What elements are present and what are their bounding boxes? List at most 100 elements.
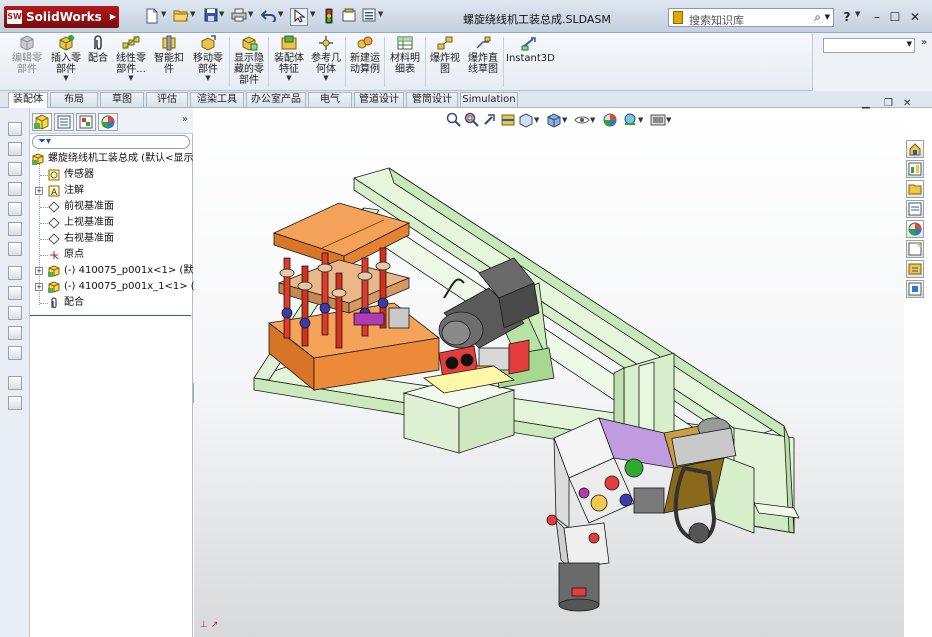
tab-office-products[interactable]: 办公室产品 <box>246 92 306 107</box>
view-palette-icon[interactable] <box>906 260 924 278</box>
configuration-combo[interactable]: ▼ <box>823 38 915 53</box>
file-properties-icon[interactable] <box>340 8 358 26</box>
shell-icon[interactable] <box>8 242 22 256</box>
save-icon[interactable] <box>202 8 220 26</box>
instant3d-button[interactable]: Instant3D <box>506 35 555 89</box>
search-icon[interactable]: ⌕ <box>814 10 821 25</box>
property-manager-tab-icon[interactable] <box>54 113 74 131</box>
tab-simulation[interactable]: Simulation <box>460 92 518 107</box>
edit-component-button[interactable]: 编辑零 部件 <box>6 35 48 89</box>
exploded-view-button[interactable]: 爆炸视 图 <box>427 35 463 89</box>
tree-item-sensors[interactable]: 传感器 <box>30 167 193 183</box>
options-icon[interactable] <box>360 8 378 26</box>
close-icon[interactable]: ✕ <box>908 10 922 24</box>
solidworks-menu-button[interactable]: SW SolidWorks ▶ <box>4 6 119 28</box>
reference-geometry-dropdown-icon[interactable]: ▼ <box>308 75 344 82</box>
sweep-icon[interactable] <box>8 162 22 176</box>
hole-icon[interactable] <box>8 306 22 320</box>
undo-icon[interactable] <box>260 8 278 26</box>
tab-sketch[interactable]: 草图 <box>100 92 144 107</box>
assembly-3d-model[interactable] <box>194 108 904 637</box>
expand-toggle-icon[interactable]: + <box>35 283 43 291</box>
new-motion-study-button[interactable]: 新建运 动算例 <box>347 35 383 89</box>
linear-pattern-dropdown-icon[interactable]: ▼ <box>112 75 150 82</box>
tree-item-front-plane[interactable]: 前视基准面 <box>30 199 193 215</box>
feature-manager-more-icon[interactable]: » <box>182 114 188 125</box>
loft-icon[interactable] <box>8 182 22 196</box>
combo-dropdown-icon[interactable]: ▼ <box>907 40 912 48</box>
print-icon[interactable] <box>230 8 248 26</box>
tree-item-annotations[interactable]: + A 注解 <box>30 183 193 199</box>
custom-properties-icon[interactable] <box>906 240 924 258</box>
tree-item-mates[interactable]: 配合 <box>30 295 193 311</box>
solidworks-resources-icon[interactable] <box>906 140 924 158</box>
viewport-close-icon[interactable]: ✕ <box>903 98 911 109</box>
extrude-icon[interactable] <box>8 122 22 136</box>
rib-icon[interactable] <box>8 266 22 280</box>
tab-layout[interactable]: 布局 <box>50 92 98 107</box>
select-dropdown-icon[interactable]: ▼ <box>310 10 315 18</box>
move-component-button[interactable]: 移动零 部件 ▼ <box>188 35 228 89</box>
display-manager-tab-icon[interactable] <box>98 113 118 131</box>
tree-item-part-2[interactable]: + (-) 410075_p001x_1<1> (默 <box>30 279 205 295</box>
select-cursor-icon[interactable] <box>290 8 308 26</box>
new-dropdown-icon[interactable]: ▼ <box>161 10 166 18</box>
file-explorer-icon[interactable] <box>906 180 924 198</box>
assembly-feature-dropdown-icon[interactable]: ▼ <box>270 75 308 82</box>
ribbon-expand-icon[interactable]: » <box>921 37 927 48</box>
expand-toggle-icon[interactable]: + <box>35 187 43 195</box>
linear-pattern-button[interactable]: 线性零 部件... ▼ <box>112 35 150 89</box>
mate-button[interactable]: 配合 <box>86 35 110 89</box>
reference-geometry-button[interactable]: 参考几 何体 ▼ <box>308 35 344 89</box>
appearances-scenes-icon[interactable] <box>906 220 924 238</box>
expand-toggle-icon[interactable]: + <box>35 267 43 275</box>
search-input[interactable]: 搜索知识库 <box>689 12 744 28</box>
search-dropdown-icon[interactable]: ▼ <box>825 13 830 21</box>
configuration-manager-tab-icon[interactable] <box>76 113 96 131</box>
tree-item-right-plane[interactable]: 右视基准面 <box>30 231 193 247</box>
search-knowledge-base[interactable]: 搜索知识库 ⌕ ▼ <box>668 8 834 27</box>
revolve-icon[interactable] <box>8 142 22 156</box>
chamfer-icon[interactable] <box>8 222 22 236</box>
assembly-feature-button[interactable]: 装配体 特征 ▼ <box>270 35 308 89</box>
minimize-icon[interactable]: – <box>870 10 884 24</box>
search-results-icon[interactable] <box>906 200 924 218</box>
tab-electrical[interactable]: 电气 <box>308 92 352 107</box>
feature-tree-filter[interactable]: ⏷▾ <box>32 135 190 149</box>
undo-dropdown-icon[interactable]: ▼ <box>278 10 283 18</box>
insert-component-button[interactable]: 插入零 部件 ▼ <box>48 35 84 89</box>
tab-evaluate[interactable]: 评估 <box>146 92 188 107</box>
open-folder-icon[interactable] <box>172 8 190 26</box>
design-library-icon[interactable] <box>906 160 924 178</box>
graphics-viewport[interactable]: ▼ ▼ ▼ ▼ ▼ ▁ ❐ ✕ ⊥ ↗ <box>194 98 911 637</box>
dome-icon[interactable] <box>8 346 22 360</box>
explode-line-sketch-button[interactable]: 爆炸直 线草图 <box>464 35 502 89</box>
insert-component-dropdown-icon[interactable]: ▼ <box>48 75 84 82</box>
move-component-dropdown-icon[interactable]: ▼ <box>188 75 228 82</box>
rebuild-traffic-light-icon[interactable] <box>320 8 338 26</box>
tab-render-tools[interactable]: 渲染工具 <box>190 92 244 107</box>
draft-icon[interactable] <box>8 286 22 300</box>
print-dropdown-icon[interactable]: ▼ <box>248 10 253 18</box>
save-dropdown-icon[interactable]: ▼ <box>219 10 224 18</box>
maximize-icon[interactable]: ☐ <box>888 10 902 24</box>
tab-assembly[interactable]: 装配体 <box>8 92 48 108</box>
wrap-icon[interactable] <box>8 326 22 340</box>
rollback-bar[interactable] <box>30 315 191 316</box>
smart-fasteners-button[interactable]: 智能扣 件 <box>152 35 186 89</box>
document-recovery-icon[interactable] <box>906 280 924 298</box>
tree-item-origin[interactable]: 原点 <box>30 247 193 263</box>
tree-item-top-plane[interactable]: 上视基准面 <box>30 215 193 231</box>
help-dropdown-icon[interactable]: ▼ <box>855 10 860 18</box>
tree-item-part-1[interactable]: + (-) 410075_p001x<1> (默认 <box>30 263 203 279</box>
pattern-icon[interactable] <box>8 396 22 410</box>
options-dropdown-icon[interactable]: ▼ <box>378 10 383 18</box>
tab-piping[interactable]: 管道设计 <box>354 92 404 107</box>
feature-tree-tab-icon[interactable] <box>32 113 52 131</box>
fillet-icon[interactable] <box>8 202 22 216</box>
show-hidden-components-button[interactable]: 显示隐 藏的零 部件 <box>231 35 267 89</box>
mirror-icon[interactable] <box>8 376 22 390</box>
tab-tubing[interactable]: 管筒设计 <box>406 92 458 107</box>
new-document-icon[interactable] <box>143 8 161 26</box>
bill-of-materials-button[interactable]: 材料明 细表 <box>386 35 424 89</box>
